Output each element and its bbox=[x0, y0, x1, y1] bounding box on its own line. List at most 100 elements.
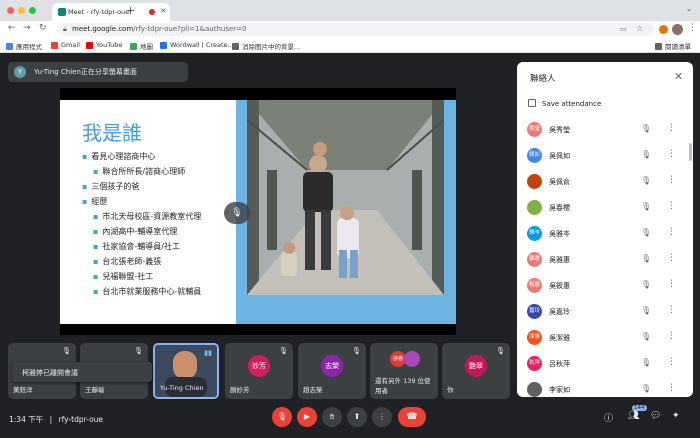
participant-tile-speaking[interactable]: ▮▮ Yu-Ting Chien bbox=[153, 343, 219, 399]
chat-icon[interactable]: 💬︎ bbox=[650, 411, 661, 421]
url-input[interactable]: 🔒︎ meet.google.com/rfy-tdpr-oue?pli=1&au… bbox=[58, 23, 654, 36]
mic-off-icon: 🎙︎ bbox=[134, 347, 143, 355]
mic-off-icon[interactable]: 🎙︎ bbox=[641, 358, 651, 367]
more-options-icon[interactable]: ⋮ bbox=[667, 201, 676, 211]
more-options-icon[interactable]: ⋮ bbox=[667, 149, 676, 159]
more-participants-tile[interactable]: 詩春 還有另外 139 位使用者 bbox=[370, 343, 438, 399]
avatar: 志榮 bbox=[321, 355, 343, 377]
reading-list[interactable]: 閱讀清單 bbox=[655, 41, 691, 51]
participants-panel: 聯絡人 ✕ Save attendance 秀瑩 吳秀瑩 🎙︎ ⋮ 佩如 吳佩如 🎙︎ ⋮ … bbox=[517, 62, 693, 397]
self-tile[interactable]: 艷翠 🎙︎ 你 bbox=[442, 343, 510, 399]
bookmark-gmail[interactable]: Gmail bbox=[51, 41, 80, 49]
recording-dot-icon bbox=[149, 9, 155, 15]
participant-row[interactable]: 潔雅 吳潔雅 🎙︎ ⋮ bbox=[517, 328, 693, 350]
more-options-icon[interactable]: ⋮ bbox=[667, 227, 676, 237]
participant-row[interactable]: 秋萍 呂秋萍 🎙︎ ⋮ bbox=[517, 354, 693, 376]
participant-tile[interactable]: 妙芳 🎙︎ 顏妙芳 bbox=[225, 343, 293, 399]
bullet: ▪ bbox=[93, 287, 99, 296]
raise-hand-button[interactable]: ✋︎ bbox=[322, 407, 342, 427]
participant-row[interactable]: 嘉玲 吳嘉玲 🎙︎ ⋮ bbox=[517, 302, 693, 324]
present-screen-button[interactable]: ⬆ bbox=[347, 407, 367, 427]
window-close-button[interactable] bbox=[7, 7, 14, 14]
more-options-icon[interactable]: ⋮ bbox=[667, 383, 676, 393]
save-attendance-button[interactable]: Save attendance bbox=[542, 100, 601, 108]
forward-arrow-icon[interactable]: → bbox=[23, 23, 31, 33]
mic-off-icon[interactable]: 🎙︎ bbox=[641, 228, 651, 237]
tab-search-icon[interactable]: ⌄ bbox=[686, 5, 692, 13]
back-arrow-icon[interactable]: ← bbox=[8, 23, 16, 33]
mic-off-icon[interactable]: 🎙︎ bbox=[641, 384, 651, 393]
bookmarks-bar: 應用程式 Gmail YouTube 地圖 Wordwall | Create.… bbox=[0, 38, 700, 53]
profile-avatar[interactable] bbox=[672, 24, 683, 35]
toast-text: 柯雅婷已離開會議 bbox=[22, 369, 78, 377]
close-icon[interactable]: ✕ bbox=[674, 70, 683, 83]
more-options-icon[interactable]: ⋮ bbox=[667, 357, 676, 367]
participant-tile[interactable]: 志榮 🎙︎ 趙志榮 bbox=[298, 343, 366, 399]
participant-row[interactable]: 雅岑 吳雅岑 🎙︎ ⋮ bbox=[517, 224, 693, 246]
slide-line: ▪ 內湖高中-輔導室代理 bbox=[93, 227, 178, 236]
participant-row[interactable]: 筱惠 吳筱惠 🎙︎ ⋮ bbox=[517, 276, 693, 298]
maps-icon bbox=[130, 42, 137, 50]
window-minimize-button[interactable] bbox=[18, 7, 25, 14]
avatar bbox=[527, 200, 542, 215]
participant-row[interactable]: 李家如 🎙︎ ⋮ bbox=[517, 380, 693, 397]
bookmark-maps[interactable]: 地圖 bbox=[130, 41, 153, 51]
camera-toggle-button[interactable]: ▶ bbox=[297, 407, 317, 427]
more-options-icon[interactable]: ⋮ bbox=[667, 331, 676, 341]
mic-off-icon[interactable]: 🎙︎ bbox=[641, 176, 651, 185]
tile-name: 趙志榮 bbox=[303, 386, 323, 394]
reload-icon[interactable]: ↻ bbox=[39, 23, 47, 33]
slide-line: ▪ 看見心理諮商中心 bbox=[82, 152, 156, 161]
more-options-icon[interactable]: ⋮ bbox=[667, 305, 676, 315]
more-options-icon[interactable]: ⋮ bbox=[667, 279, 676, 289]
bullet: ▪ bbox=[93, 257, 99, 266]
mic-off-icon[interactable]: 🎙︎ bbox=[641, 332, 651, 341]
people-icon[interactable]: 👥︎ bbox=[628, 411, 639, 421]
mic-off-icon[interactable]: 🎙︎ bbox=[641, 124, 651, 133]
avatar: 雅岑 bbox=[527, 226, 542, 241]
bookmark-star-icon[interactable]: ☆ bbox=[636, 24, 643, 33]
participant-row[interactable]: 雅惠 吳雅惠 🎙︎ ⋮ bbox=[517, 250, 693, 272]
info-icon[interactable]: ⓘ bbox=[604, 411, 613, 424]
family-photo bbox=[247, 100, 444, 295]
mic-off-icon[interactable]: 🎙︎ bbox=[641, 202, 651, 211]
mic-off-icon[interactable]: 🎙︎ bbox=[641, 280, 651, 289]
window-zoom-button[interactable] bbox=[29, 7, 36, 14]
bookmark-youtube[interactable]: YouTube bbox=[86, 41, 122, 49]
extension-icon[interactable] bbox=[659, 25, 668, 34]
mic-off-icon[interactable]: 🎙︎ bbox=[641, 150, 651, 159]
hang-up-button[interactable]: ☎︎ bbox=[398, 407, 426, 427]
participant-row[interactable]: 吳春櫻 🎙︎ ⋮ bbox=[517, 198, 693, 220]
family-photo-art bbox=[247, 100, 444, 295]
activities-icon[interactable]: ✦ bbox=[672, 411, 680, 421]
panel-scrollbar[interactable] bbox=[689, 143, 692, 161]
participant-row[interactable]: 秀瑩 吳秀瑩 🎙︎ ⋮ bbox=[517, 120, 693, 142]
bookmark-apps[interactable]: 應用程式 bbox=[6, 41, 42, 51]
participant-row[interactable]: 佩如 吳佩如 🎙︎ ⋮ bbox=[517, 146, 693, 168]
tab-close-icon[interactable]: × bbox=[160, 6, 167, 15]
panel-title: 聯絡人 bbox=[530, 74, 556, 84]
participant-row[interactable]: 吳佩俞 🎙︎ ⋮ bbox=[517, 172, 693, 194]
bullet: ▪ bbox=[93, 227, 99, 236]
avatar: 佩如 bbox=[527, 148, 542, 163]
mic-off-icon[interactable]: 🎙︎ bbox=[641, 254, 651, 263]
mic-off-icon[interactable]: 🎙︎ bbox=[641, 306, 651, 315]
participant-name: 吳春櫻 bbox=[549, 204, 570, 212]
mic-toggle-button[interactable]: 🎙︎ bbox=[272, 407, 292, 427]
avatar: 筱惠 bbox=[527, 278, 542, 293]
more-options-icon[interactable]: ⋮ bbox=[667, 123, 676, 133]
tile-name: 你 bbox=[447, 386, 454, 394]
new-tab-button[interactable]: + bbox=[126, 4, 135, 17]
participant-name: 呂秋萍 bbox=[549, 360, 570, 368]
more-options-icon[interactable]: ⋮ bbox=[667, 175, 676, 185]
share-screen-icon[interactable]: ▭ bbox=[620, 25, 627, 33]
browser-menu-icon[interactable]: ⋮ bbox=[688, 23, 697, 33]
bookmark-wordwall[interactable]: Wordwall | Create... bbox=[160, 41, 234, 49]
more-options-icon[interactable]: ⋮ bbox=[667, 253, 676, 263]
bookmark-remove-bg[interactable]: 消除图片中的背景... bbox=[232, 41, 300, 51]
slide-title: 我是誰 bbox=[82, 121, 142, 145]
gmail-icon bbox=[51, 41, 58, 49]
browser-tab-meet[interactable]: Meet - rfy-tdpr-oue × bbox=[52, 3, 170, 21]
separator: | bbox=[49, 415, 53, 424]
more-options-button[interactable]: ⋮ bbox=[372, 407, 392, 427]
